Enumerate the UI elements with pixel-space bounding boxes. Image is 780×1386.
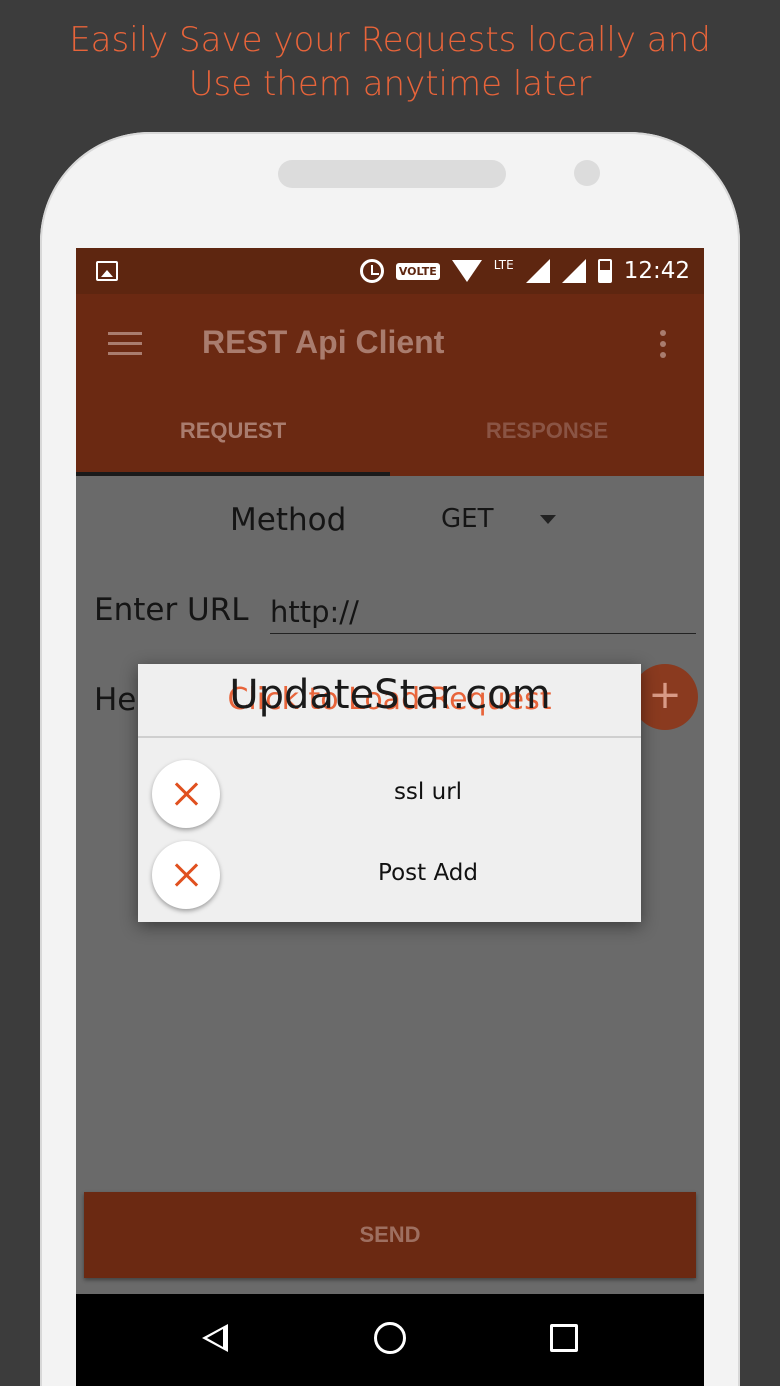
menu-icon[interactable] — [108, 332, 142, 356]
load-request-dialog: Click to Load Request ssl url Post Add — [138, 664, 641, 922]
headers-label: He — [94, 682, 137, 718]
status-bar: VOLTE LTE 12:42 — [76, 248, 704, 294]
close-icon — [174, 782, 198, 806]
tab-response[interactable]: RESPONSE — [390, 406, 704, 476]
alarm-icon — [359, 259, 384, 283]
battery-icon — [597, 259, 612, 283]
promo-line-1: Easily Save your Requests locally and — [69, 20, 711, 60]
lte-icon: LTE — [493, 258, 514, 272]
dialog-title: Click to Load Request — [227, 682, 552, 717]
delete-request-button[interactable] — [152, 841, 220, 909]
volte-icon: VOLTE — [395, 262, 440, 280]
delete-request-button[interactable] — [152, 760, 220, 828]
saved-request-label[interactable]: ssl url — [228, 752, 628, 832]
promo-line-2: Use them anytime later — [188, 64, 592, 104]
app-title: REST Api Client — [202, 324, 445, 360]
url-input[interactable] — [270, 590, 696, 634]
saved-request-row[interactable]: ssl url — [138, 752, 641, 832]
request-form: Method GET Enter URL He + SEND — [76, 476, 704, 1386]
phone-camera — [574, 160, 600, 186]
method-select[interactable]: GET — [441, 504, 493, 534]
navigation-bar — [76, 1294, 704, 1386]
recent-apps-icon[interactable] — [550, 1324, 578, 1352]
signal-icon-2 — [561, 259, 586, 283]
saved-request-label[interactable]: Post Add — [228, 833, 628, 913]
image-notification-icon — [96, 261, 118, 281]
status-icons: VOLTE LTE 12:42 — [359, 248, 690, 294]
add-header-button[interactable]: + — [632, 664, 698, 730]
tab-request[interactable]: REQUEST — [76, 406, 390, 476]
promo-headline: Easily Save your Requests locally and Us… — [0, 18, 780, 106]
method-label: Method — [230, 502, 347, 538]
url-label: Enter URL — [94, 592, 249, 628]
saved-request-row[interactable]: Post Add — [138, 833, 641, 913]
close-icon — [174, 863, 198, 887]
back-icon[interactable] — [202, 1324, 228, 1352]
dropdown-arrow-icon[interactable] — [540, 515, 556, 524]
phone-speaker — [278, 160, 506, 188]
app-bar: REST Api Client REQUEST RESPONSE — [76, 294, 704, 476]
status-clock: 12:42 — [623, 258, 690, 284]
overflow-menu-icon[interactable] — [660, 330, 668, 360]
signal-icon — [525, 259, 550, 283]
send-button[interactable]: SEND — [84, 1192, 696, 1278]
dialog-divider — [138, 736, 641, 738]
home-icon[interactable] — [374, 1322, 406, 1354]
wifi-icon — [451, 260, 482, 282]
